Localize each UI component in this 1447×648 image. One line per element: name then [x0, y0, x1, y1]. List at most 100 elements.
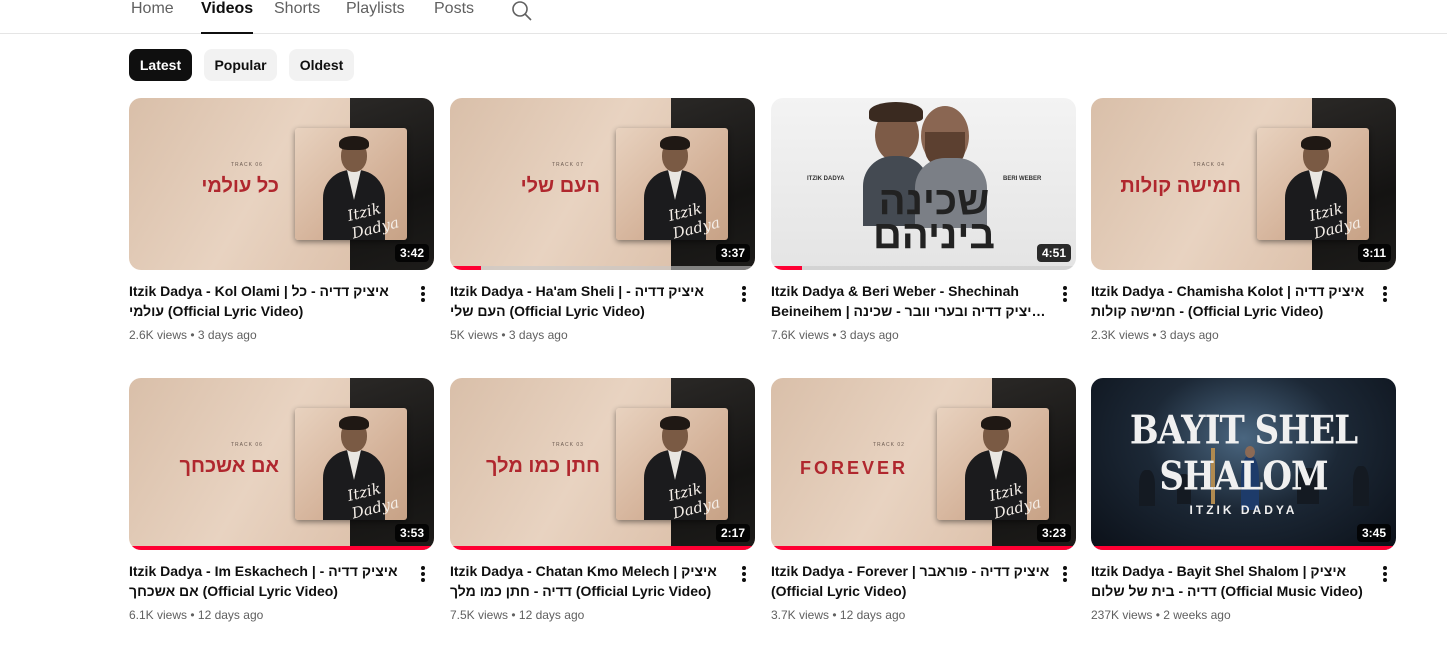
video-title[interactable]: Itzik Dadya - Chamisha Kolot | איציק דדי… — [1091, 281, 1371, 321]
video-card[interactable]: Itzik Dadya TRACK 03 חתן כמו מלך 2:17 Itzik… — [450, 378, 755, 628]
filter-latest[interactable]: Latest — [129, 49, 192, 81]
video-metadata: 7.5K views • 12 days ago — [450, 608, 584, 622]
separator-dot: • — [508, 608, 519, 622]
separator-dot: • — [829, 608, 840, 622]
more-vertical-icon[interactable] — [1057, 564, 1073, 584]
video-thumbnail[interactable]: ITZIK DADYA BERI WEBER שכינה ביניהם 4:51 — [771, 98, 1076, 270]
separator-dot: • — [1149, 328, 1160, 342]
video-metadata: 5K views • 3 days ago — [450, 328, 568, 342]
video-thumbnail[interactable]: Itzik Dadya TRACK 07 העם שלי 3:37 — [450, 98, 755, 270]
track-number-label: TRACK 03 — [552, 442, 584, 448]
tab-videos[interactable]: Videos — [201, 0, 254, 34]
tab-posts[interactable]: Posts — [434, 0, 474, 34]
video-thumbnail[interactable]: Itzik Dadya TRACK 06 כל עולמי 3:42 — [129, 98, 434, 270]
thumbnail-song-title: כל עולמי — [201, 175, 279, 197]
view-count: 2.6K views — [129, 328, 188, 342]
tab-playlists[interactable]: Playlists — [346, 0, 405, 34]
video-thumbnail[interactable]: Itzik Dadya TRACK 06 אם אשכחך 3:53 — [129, 378, 434, 550]
thumbnail-song-title: חמישה קולות — [1120, 175, 1241, 197]
view-count: 3.7K views — [771, 608, 830, 622]
album-cover: Itzik Dadya — [1257, 128, 1369, 240]
view-count: 7.5K views — [450, 608, 509, 622]
watch-progress-bar — [771, 266, 802, 270]
video-duration-badge: 3:11 — [1357, 244, 1391, 262]
video-duration-badge: 4:51 — [1036, 244, 1071, 262]
video-card[interactable]: ITZIK DADYA BERI WEBER שכינה ביניהם 4:51 Itz… — [771, 98, 1076, 348]
video-duration-badge: 2:17 — [715, 524, 750, 542]
thumbnail-song-title: חתן כמו מלך — [485, 455, 600, 477]
video-duration-badge: 3:23 — [1036, 524, 1071, 542]
thumbnail-title-text: BAYIT SHEL SHALOM — [1129, 408, 1358, 500]
track-number-label: TRACK 04 — [1193, 162, 1225, 168]
video-thumbnail[interactable]: Itzik Dadya TRACK 02 FOREVER 3:23 — [771, 378, 1076, 550]
album-cover: Itzik Dadya — [295, 408, 407, 520]
thumbnail-song-title: העם שלי — [520, 175, 600, 197]
separator-dot: • — [829, 328, 840, 342]
video-duration-badge: 3:37 — [715, 244, 750, 262]
upload-age: 12 days ago — [197, 608, 264, 622]
video-title[interactable]: Itzik Dadya - Ha'am Sheli | איציק דדיה -… — [450, 281, 730, 321]
more-vertical-icon[interactable] — [1377, 564, 1393, 584]
more-vertical-icon[interactable] — [736, 564, 752, 584]
album-cover: Itzik Dadya — [937, 408, 1049, 520]
video-metadata: 237K views • 2 weeks ago — [1091, 608, 1231, 622]
more-vertical-icon[interactable] — [1377, 284, 1393, 304]
video-card[interactable]: BAYIT SHEL SHALOM ITZIK DADYA 3:45 Itzik Da… — [1091, 378, 1396, 628]
filter-oldest[interactable]: Oldest — [289, 49, 354, 81]
video-title[interactable]: Itzik Dadya - Kol Olami | איציק דדיה - כ… — [129, 281, 409, 321]
upload-age: 3 days ago — [508, 328, 568, 342]
thumbnail-hebrew-title: שכינה ביניהם — [872, 179, 996, 257]
track-number-label: TRACK 02 — [873, 442, 905, 448]
view-count: 237K views — [1091, 608, 1153, 622]
album-cover: Itzik Dadya — [616, 128, 728, 240]
tab-home[interactable]: Home — [131, 0, 174, 34]
upload-age: 3 days ago — [1159, 328, 1219, 342]
video-duration-badge: 3:42 — [394, 244, 429, 262]
watch-progress-bar — [129, 546, 434, 550]
video-duration-badge: 3:45 — [1356, 524, 1391, 542]
upload-age: 12 days ago — [839, 608, 906, 622]
video-thumbnail[interactable]: Itzik Dadya TRACK 04 חמישה קולות 3:11 — [1091, 98, 1396, 270]
view-count: 6.1K views — [129, 608, 188, 622]
artist-name-left: ITZIK DADYA — [807, 176, 845, 182]
search-icon[interactable] — [510, 0, 534, 23]
watch-progress-track — [771, 266, 1076, 270]
view-count: 2.3K views — [1091, 328, 1150, 342]
tab-shorts[interactable]: Shorts — [274, 0, 320, 34]
watch-progress-track — [450, 266, 755, 270]
video-card[interactable]: Itzik Dadya TRACK 04 חמישה קולות 3:11 Itzik… — [1091, 98, 1396, 348]
track-number-label: TRACK 06 — [231, 442, 263, 448]
more-vertical-icon[interactable] — [415, 564, 431, 584]
video-card[interactable]: Itzik Dadya TRACK 07 העם שלי 3:37 Itzik Dad… — [450, 98, 755, 348]
video-title[interactable]: Itzik Dadya - Im Eskachech | איציק דדיה … — [129, 561, 409, 601]
more-vertical-icon[interactable] — [415, 284, 431, 304]
watch-progress-bar — [450, 546, 755, 550]
watch-progress-bar — [450, 266, 481, 270]
video-thumbnail[interactable]: Itzik Dadya TRACK 03 חתן כמו מלך 2:17 — [450, 378, 755, 550]
video-card[interactable]: Itzik Dadya TRACK 06 כל עולמי 3:42 Itzik Da… — [129, 98, 434, 348]
video-card[interactable]: Itzik Dadya TRACK 06 אם אשכחך 3:53 Itzik Da… — [129, 378, 434, 628]
filter-popular[interactable]: Popular — [204, 49, 277, 81]
separator-dot: • — [1152, 608, 1164, 622]
separator-dot: • — [498, 328, 509, 342]
video-title[interactable]: Itzik Dadya - Forever | איציק דדיה - פור… — [771, 561, 1051, 601]
thumbnail-song-title: אם אשכחך — [179, 455, 279, 477]
track-number-label: TRACK 06 — [231, 162, 263, 168]
watch-progress-bar — [771, 546, 1076, 550]
thumbnail-artist-text: ITZIK DADYA — [1189, 503, 1298, 517]
video-metadata: 2.6K views • 3 days ago — [129, 328, 257, 342]
separator-dot: • — [187, 608, 198, 622]
video-metadata: 7.6K views • 3 days ago — [771, 328, 899, 342]
thumbnail-song-title: FOREVER — [800, 458, 909, 478]
video-thumbnail[interactable]: BAYIT SHEL SHALOM ITZIK DADYA 3:45 — [1091, 378, 1396, 550]
video-title[interactable]: Itzik Dadya & Beri Weber - Shechinah Bei… — [771, 281, 1051, 321]
more-vertical-icon[interactable] — [1057, 284, 1073, 304]
watch-progress-bar — [1091, 546, 1396, 550]
video-title[interactable]: Itzik Dadya - Bayit Shel Shalom | איציק … — [1091, 561, 1371, 601]
more-vertical-icon[interactable] — [736, 284, 752, 304]
track-number-label: TRACK 07 — [552, 162, 584, 168]
video-title[interactable]: Itzik Dadya - Chatan Kmo Melech | איציק … — [450, 561, 730, 601]
video-duration-badge: 3:53 — [394, 524, 429, 542]
video-card[interactable]: Itzik Dadya TRACK 02 FOREVER 3:23 Itzik Dad… — [771, 378, 1076, 628]
view-count: 5K views — [450, 328, 499, 342]
